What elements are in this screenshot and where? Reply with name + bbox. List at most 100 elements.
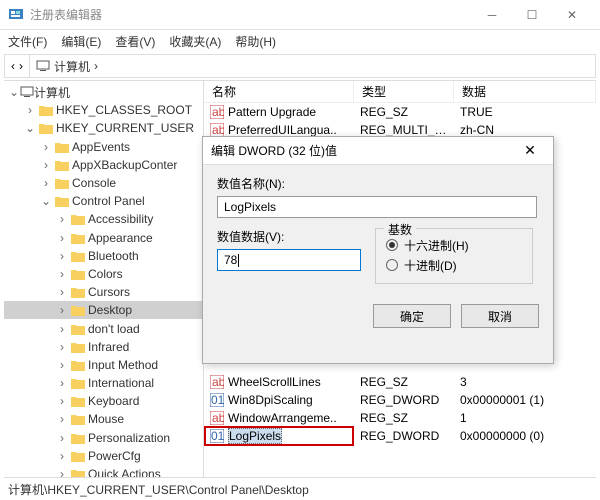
folder-icon (71, 468, 85, 477)
value-name-input[interactable]: LogPixels (217, 196, 537, 218)
expand-icon[interactable]: › (56, 212, 68, 226)
menu-view[interactable]: 查看(V) (115, 33, 155, 50)
menu-edit[interactable]: 编辑(E) (61, 33, 101, 50)
dialog-title: 编辑 DWORD (32 位)值 (211, 142, 515, 159)
radio-dec[interactable]: 十进制(D) (386, 255, 522, 275)
forward-icon[interactable]: › (19, 59, 23, 73)
tree-item[interactable]: ›don't load (4, 319, 203, 337)
tree-item-hkcr[interactable]: › HKEY_CLASSES_ROOT (4, 101, 203, 119)
radio-hex[interactable]: 十六进制(H) (386, 235, 522, 255)
address-bar[interactable]: ‹ › 计算机 › (4, 54, 596, 78)
tree-item[interactable]: ›Quick Actions (4, 465, 203, 477)
value-data: 3 (454, 375, 596, 389)
tree-label: AppXBackupConter (72, 158, 177, 172)
base-fieldset: 基数 十六进制(H) 十进制(D) (375, 228, 533, 284)
chevron-right-icon: › (94, 59, 98, 73)
expand-icon[interactable]: › (40, 158, 52, 172)
dword-value-icon: 011 (210, 393, 224, 407)
tree-item[interactable]: › Input Method (4, 356, 203, 374)
expand-icon[interactable]: › (40, 140, 52, 154)
tree-item[interactable]: › Appearance (4, 229, 203, 247)
tree-item-controlpanel[interactable]: ⌄Control Panel (4, 192, 203, 210)
list-row[interactable]: abWheelScrollLinesREG_SZ3 (204, 373, 596, 391)
tree-item[interactable]: ›Mouse (4, 410, 203, 428)
ok-button[interactable]: 确定 (373, 304, 451, 328)
list-row[interactable]: abPattern UpgradeREG_SZTRUE (204, 103, 596, 121)
expand-icon[interactable]: › (40, 176, 52, 190)
computer-icon (36, 59, 50, 73)
expand-icon[interactable]: › (56, 303, 68, 317)
menu-bar: 文件(F) 编辑(E) 查看(V) 收藏夹(A) 帮助(H) (0, 30, 600, 52)
value-type: REG_MULTI_SZ (354, 123, 454, 137)
expand-icon[interactable]: › (56, 376, 68, 390)
expand-icon[interactable]: › (56, 285, 68, 299)
menu-file[interactable]: 文件(F) (8, 33, 47, 50)
back-icon[interactable]: ‹ (11, 59, 15, 73)
tree-item[interactable]: ›PowerCfg (4, 447, 203, 465)
tree-label: Appearance (88, 231, 153, 245)
breadcrumb-segment[interactable]: 计算机 (54, 58, 90, 75)
menu-help[interactable]: 帮助(H) (235, 33, 276, 50)
expand-icon[interactable]: › (56, 394, 68, 408)
radio-icon (386, 239, 398, 251)
tree-label: Input Method (88, 358, 158, 372)
string-value-icon: ab (210, 105, 224, 119)
value-type: REG_SZ (354, 411, 454, 425)
value-data-input[interactable]: 78 (217, 249, 361, 271)
value-data: TRUE (454, 105, 596, 119)
tree-item[interactable]: ›Colors (4, 265, 203, 283)
tree-item[interactable]: ›International (4, 374, 203, 392)
folder-icon (71, 413, 85, 425)
column-name[interactable]: 名称 (204, 81, 354, 102)
collapse-icon[interactable]: ⌄ (24, 121, 36, 135)
expand-icon[interactable]: › (56, 358, 68, 372)
tree-item[interactable]: ›Infrared (4, 338, 203, 356)
tree-item[interactable]: ›Console (4, 174, 203, 192)
expand-icon[interactable]: › (56, 231, 68, 245)
tree-item-hkcu[interactable]: ⌄ HKEY_CURRENT_USER (4, 119, 203, 137)
registry-tree[interactable]: ⌄ 计算机 › HKEY_CLASSES_ROOT ⌄ HKEY_CURRENT… (4, 81, 204, 477)
string-value-icon: ab (210, 375, 224, 389)
expand-icon[interactable]: › (56, 249, 68, 263)
list-row-logpixels[interactable]: 011LogPixelsREG_DWORD0x00000000 (0) (204, 427, 596, 445)
tree-item[interactable]: ›Personalization (4, 429, 203, 447)
expand-icon[interactable]: › (24, 103, 36, 117)
tree-item[interactable]: ›Bluetooth (4, 247, 203, 265)
folder-icon (71, 304, 85, 316)
value-data: 0x00000001 (1) (454, 393, 596, 407)
tree-item[interactable]: ›Keyboard (4, 392, 203, 410)
tree-item[interactable]: ›Accessibility (4, 210, 203, 228)
tree-item[interactable]: › AppXBackupConter (4, 156, 203, 174)
tree-item[interactable]: ›Cursors (4, 283, 203, 301)
expand-icon[interactable]: › (56, 431, 68, 445)
column-data[interactable]: 数据 (454, 81, 596, 102)
expand-icon[interactable]: › (56, 340, 68, 354)
minimize-button[interactable]: ─ (472, 1, 512, 29)
menu-favorites[interactable]: 收藏夹(A) (169, 33, 221, 50)
value-data: zh-CN (454, 123, 596, 137)
maximize-button[interactable]: ☐ (512, 1, 552, 29)
value-data-label: 数值数据(V): (217, 228, 361, 245)
expand-icon[interactable]: › (56, 467, 68, 477)
expand-icon[interactable]: › (56, 449, 68, 463)
list-row[interactable]: abWindowArrangeme..REG_SZ1 (204, 409, 596, 427)
folder-icon (39, 122, 53, 134)
column-type[interactable]: 类型 (354, 81, 454, 102)
folder-icon (55, 141, 69, 153)
expand-icon[interactable]: › (56, 412, 68, 426)
tree-item[interactable]: ›AppEvents (4, 138, 203, 156)
dword-value-icon: 011 (210, 429, 224, 443)
cancel-button[interactable]: 取消 (461, 304, 539, 328)
expand-icon[interactable]: › (56, 267, 68, 281)
value-name: WindowArrangeme.. (228, 411, 337, 425)
dialog-titlebar[interactable]: 编辑 DWORD (32 位)值 ✕ (203, 137, 553, 165)
tree-item-computer[interactable]: ⌄ 计算机 (4, 83, 203, 101)
value-name-label: 数值名称(N): (217, 175, 539, 192)
expand-icon[interactable]: › (56, 322, 68, 336)
tree-item-desktop[interactable]: ›Desktop (4, 301, 203, 319)
collapse-icon[interactable]: ⌄ (40, 194, 52, 208)
close-button[interactable]: ✕ (552, 1, 592, 29)
dialog-close-button[interactable]: ✕ (515, 142, 545, 159)
list-row[interactable]: 011Win8DpiScalingREG_DWORD0x00000001 (1) (204, 391, 596, 409)
collapse-icon[interactable]: ⌄ (8, 85, 20, 99)
